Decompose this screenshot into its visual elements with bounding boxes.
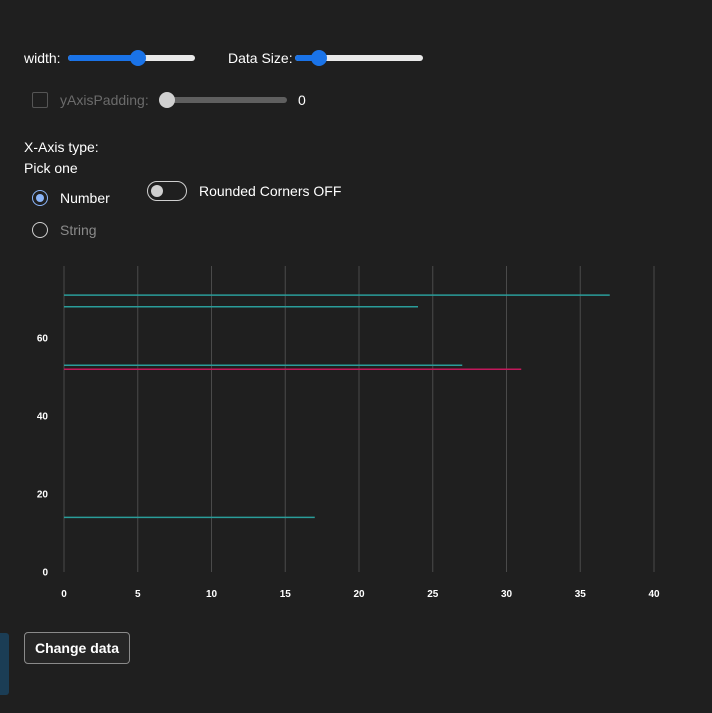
x-tick-label-10: 10 xyxy=(206,589,218,600)
x-axis-type-label: X-Axis type: xyxy=(24,139,99,155)
y-tick-label-60: 60 xyxy=(37,334,49,345)
x-tick-label-20: 20 xyxy=(353,589,365,600)
bar-chart: 0 5 10 15 20 25 30 35 40 0 20 40 60 xyxy=(37,266,660,600)
y-axis-padding-checkbox[interactable] xyxy=(32,92,48,108)
x-tick-label-15: 15 xyxy=(280,589,292,600)
data-size-slider[interactable] xyxy=(295,50,423,66)
width-slider[interactable] xyxy=(68,50,195,66)
x-tick-label-40: 40 xyxy=(648,589,660,600)
rounded-corners-toggle-knob xyxy=(151,184,163,197)
y-tick-label-40: 40 xyxy=(37,412,49,423)
y-tick-label-0: 0 xyxy=(42,568,48,579)
radio-string[interactable] xyxy=(32,222,48,238)
y-axis-padding-label: yAxisPadding: xyxy=(60,92,149,108)
x-tick-label-0: 0 xyxy=(61,589,67,600)
y-tick-label-20: 20 xyxy=(37,490,49,501)
y-axis-padding-slider-thumb[interactable] xyxy=(159,92,175,108)
side-tab[interactable] xyxy=(0,633,9,695)
radio-string-label: String xyxy=(60,222,97,238)
change-data-button[interactable]: Change data xyxy=(24,632,130,664)
x-tick-label-25: 25 xyxy=(427,589,439,600)
x-tick-label-30: 30 xyxy=(501,589,513,600)
radio-number-label: Number xyxy=(60,190,110,206)
y-axis-padding-slider-track xyxy=(159,97,287,103)
data-size-slider-thumb[interactable] xyxy=(310,50,327,66)
y-axis-padding-value: 0 xyxy=(298,92,306,108)
rounded-corners-label: Rounded Corners OFF xyxy=(199,183,342,199)
data-size-label: Data Size: xyxy=(228,50,293,66)
pick-one-label: Pick one xyxy=(24,160,78,176)
y-axis-padding-slider[interactable] xyxy=(159,92,287,108)
x-tick-label-35: 35 xyxy=(575,589,587,600)
width-slider-fill xyxy=(68,55,139,61)
x-tick-label-5: 5 xyxy=(135,589,141,600)
radio-number[interactable] xyxy=(32,190,48,206)
width-label: width: xyxy=(24,50,61,66)
width-slider-thumb[interactable] xyxy=(130,50,147,66)
rounded-corners-toggle[interactable] xyxy=(147,181,187,201)
